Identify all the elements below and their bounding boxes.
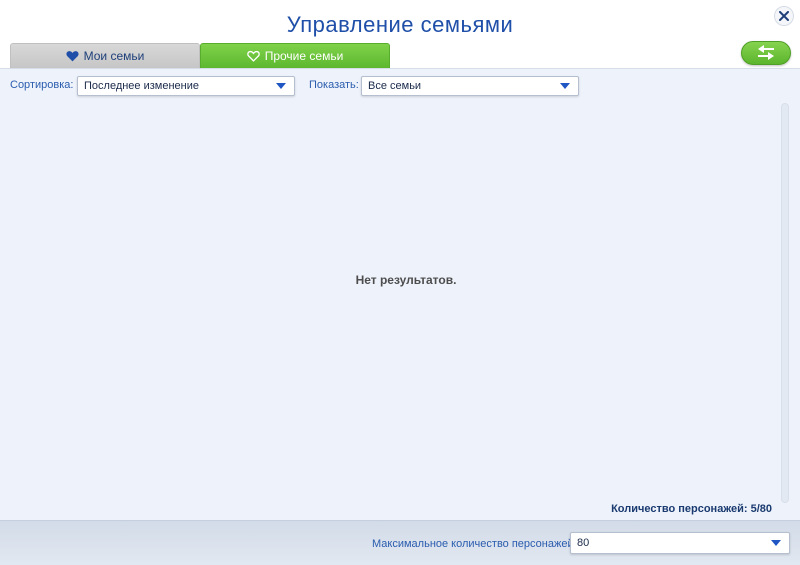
tab-other-households-label: Прочие семьи [264,49,344,63]
chevron-down-icon [560,83,570,89]
panel-divider [0,68,800,69]
close-icon [779,11,789,21]
transfer-household-button[interactable] [741,41,791,65]
heart-filled-icon [66,51,79,62]
tab-other-households[interactable]: Прочие семьи [200,43,390,68]
tab-my-households-label: Мои семьи [83,49,145,63]
show-label: Показать: [309,79,359,91]
max-sims-dropdown[interactable]: 80 [570,532,790,554]
households-panel [0,68,800,520]
window-title: Управление семьями [286,12,514,37]
max-sims-label: Максимальное количество персонажей: [372,538,577,550]
results-scrollbar[interactable] [781,103,789,503]
heart-outline-icon [246,50,260,62]
sort-dropdown-value: Последнее изменение [84,80,200,92]
sort-label: Сортировка: [10,79,74,91]
close-button[interactable] [774,6,794,26]
show-dropdown-value: Все семьи [368,80,422,92]
chevron-down-icon [771,540,781,546]
sim-count-status: Количество персонажей: 5/80 [611,503,772,515]
sort-dropdown[interactable]: Последнее изменение [77,76,295,96]
manage-households-window: Управление семьями Мои семьи Прочие семь… [0,0,800,565]
max-sims-value: 80 [577,537,590,549]
no-results-message: Нет результатов. [355,273,457,287]
swap-arrows-icon [758,45,774,60]
tab-my-households[interactable]: Мои семьи [10,43,200,68]
chevron-down-icon [276,83,286,89]
show-dropdown[interactable]: Все семьи [361,76,579,96]
